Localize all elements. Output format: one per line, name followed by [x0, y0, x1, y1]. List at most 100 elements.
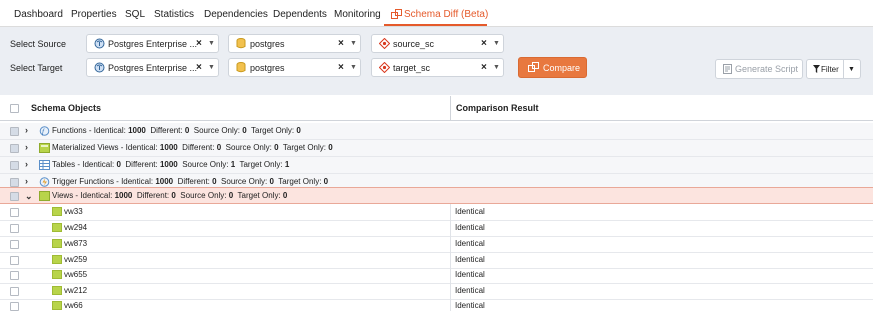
tab-statistics[interactable]: Statistics: [154, 9, 194, 20]
view-name: vw259: [64, 255, 88, 264]
chevron-right-icon[interactable]: ›: [25, 176, 28, 186]
table-row[interactable]: vw294 Identical: [0, 220, 873, 236]
different-label: Different:: [125, 160, 158, 169]
generate-script-button[interactable]: Generate Script: [715, 59, 803, 79]
target-only-count: 0: [328, 143, 333, 152]
group-row-materialized-views[interactable]: › Materialized Views - Identical: 1000 D…: [0, 140, 873, 156]
table-row[interactable]: vw873 Identical: [0, 236, 873, 252]
cell-divider: [450, 267, 451, 283]
column-divider[interactable]: [450, 96, 451, 120]
chevron-down-icon[interactable]: ▼: [350, 40, 357, 47]
clear-icon[interactable]: ×: [196, 62, 202, 73]
clear-icon[interactable]: ×: [481, 62, 487, 73]
chevron-down-icon[interactable]: ▼: [208, 64, 215, 71]
cell-divider: [450, 236, 451, 252]
tab-monitoring[interactable]: Monitoring: [334, 9, 381, 20]
filter-dropdown-toggle[interactable]: ▼: [844, 59, 861, 79]
comparison-result: Identical: [455, 255, 485, 264]
clear-icon[interactable]: ×: [338, 38, 344, 49]
different-count: 0: [184, 126, 190, 135]
row-checkbox[interactable]: [10, 144, 19, 153]
target-server-select[interactable]: Postgres Enterprise ... × ▼: [86, 58, 219, 77]
table-row[interactable]: vw66 Identical: [0, 298, 873, 311]
view-name: vw873: [64, 239, 88, 248]
database-icon: [236, 62, 246, 73]
table-row[interactable]: vw655 Identical: [0, 267, 873, 283]
source-schema-select[interactable]: source_sc × ▼: [371, 34, 504, 53]
tab-dashboard[interactable]: Dashboard: [14, 9, 63, 20]
compare-button[interactable]: Compare: [518, 57, 587, 78]
tab-bar: Dashboard Properties SQL Statistics Depe…: [0, 0, 873, 27]
view-name: vw294: [64, 223, 88, 232]
row-checkbox[interactable]: [10, 271, 19, 280]
source-only-count: 0: [242, 126, 247, 135]
identical-label: Identical:: [121, 177, 154, 186]
row-checkbox[interactable]: [10, 256, 19, 265]
tab-schema-diff[interactable]: Schema Diff (Beta): [391, 9, 488, 20]
clear-icon[interactable]: ×: [338, 62, 344, 73]
compare-button-label: Compare: [543, 63, 581, 73]
chevron-down-icon[interactable]: ▼: [493, 40, 500, 47]
identical-count: 1000: [159, 143, 178, 152]
view-icon: [52, 301, 62, 310]
chevron-down-icon[interactable]: ▼: [350, 64, 357, 71]
chevron-down-icon[interactable]: ▼: [493, 64, 500, 71]
row-checkbox[interactable]: [10, 161, 19, 170]
group-row-views[interactable]: ⌄ Views - Identical: 1000 Different: 0 S…: [0, 187, 873, 204]
clear-icon[interactable]: ×: [481, 38, 487, 49]
comparison-result: Identical: [455, 270, 485, 279]
table-row[interactable]: vw259 Identical: [0, 252, 873, 268]
column-header-comparison-result[interactable]: Comparison Result: [456, 103, 539, 113]
chevron-down-icon[interactable]: ⌄: [25, 191, 33, 202]
tab-dependents[interactable]: Dependents: [273, 9, 327, 20]
row-checkbox[interactable]: [10, 208, 19, 217]
different-label: Different:: [150, 126, 183, 135]
table-row[interactable]: vw212 Identical: [0, 283, 873, 299]
group-row-functions[interactable]: › f Functions - Identical: 1000 Differen…: [0, 123, 873, 139]
source-only-label: Source Only:: [221, 177, 268, 186]
server-icon: [94, 62, 105, 73]
column-header-schema-objects[interactable]: Schema Objects: [31, 103, 101, 113]
group-row-tables[interactable]: › Tables - Identical: 0 Different: 1000 …: [0, 157, 873, 173]
row-checkbox[interactable]: [10, 224, 19, 233]
target-schema-select[interactable]: target_sc × ▼: [371, 58, 504, 77]
view-icon: [39, 191, 50, 201]
comparison-result: Identical: [455, 207, 485, 216]
group-name: Materialized Views -: [52, 143, 126, 152]
cell-divider: [450, 204, 451, 220]
identical-label: Identical:: [93, 126, 126, 135]
row-checkbox[interactable]: [10, 127, 19, 136]
tab-sql[interactable]: SQL: [125, 9, 145, 20]
view-icon: [52, 255, 62, 264]
source-only-count: 1: [230, 160, 236, 169]
view-icon: [52, 270, 62, 279]
chevron-down-icon: ▼: [848, 66, 855, 73]
row-checkbox[interactable]: [10, 302, 19, 311]
group-name: Trigger Functions -: [52, 177, 122, 186]
row-checkbox[interactable]: [10, 192, 19, 201]
filter-button[interactable]: Filter: [806, 59, 844, 79]
tab-dependencies[interactable]: Dependencies: [204, 9, 268, 20]
source-server-select[interactable]: Postgres Enterprise ... × ▼: [86, 34, 219, 53]
chevron-right-icon[interactable]: ›: [25, 142, 28, 152]
schema-diff-icon: [391, 9, 402, 19]
source-database-select[interactable]: postgres × ▼: [228, 34, 361, 53]
chevron-down-icon[interactable]: ▼: [208, 40, 215, 47]
target-database-select[interactable]: postgres × ▼: [228, 58, 361, 77]
cell-divider: [450, 298, 451, 311]
table-row[interactable]: vw33 Identical: [0, 204, 873, 220]
tab-properties[interactable]: Properties: [71, 9, 117, 20]
row-checkbox[interactable]: [10, 178, 19, 187]
source-server-value: Postgres Enterprise ...: [108, 39, 198, 49]
row-checkbox[interactable]: [10, 287, 19, 296]
identical-count: 0: [116, 160, 121, 169]
source-only-count: 0: [269, 177, 274, 186]
clear-icon[interactable]: ×: [196, 38, 202, 49]
cell-divider: [450, 283, 451, 299]
row-checkbox[interactable]: [10, 240, 19, 249]
chevron-right-icon[interactable]: ›: [25, 159, 28, 169]
chevron-right-icon[interactable]: ›: [25, 125, 28, 135]
select-all-checkbox[interactable]: [10, 104, 19, 113]
identical-count: 1000: [128, 126, 146, 135]
identical-label: Identical:: [82, 160, 115, 169]
